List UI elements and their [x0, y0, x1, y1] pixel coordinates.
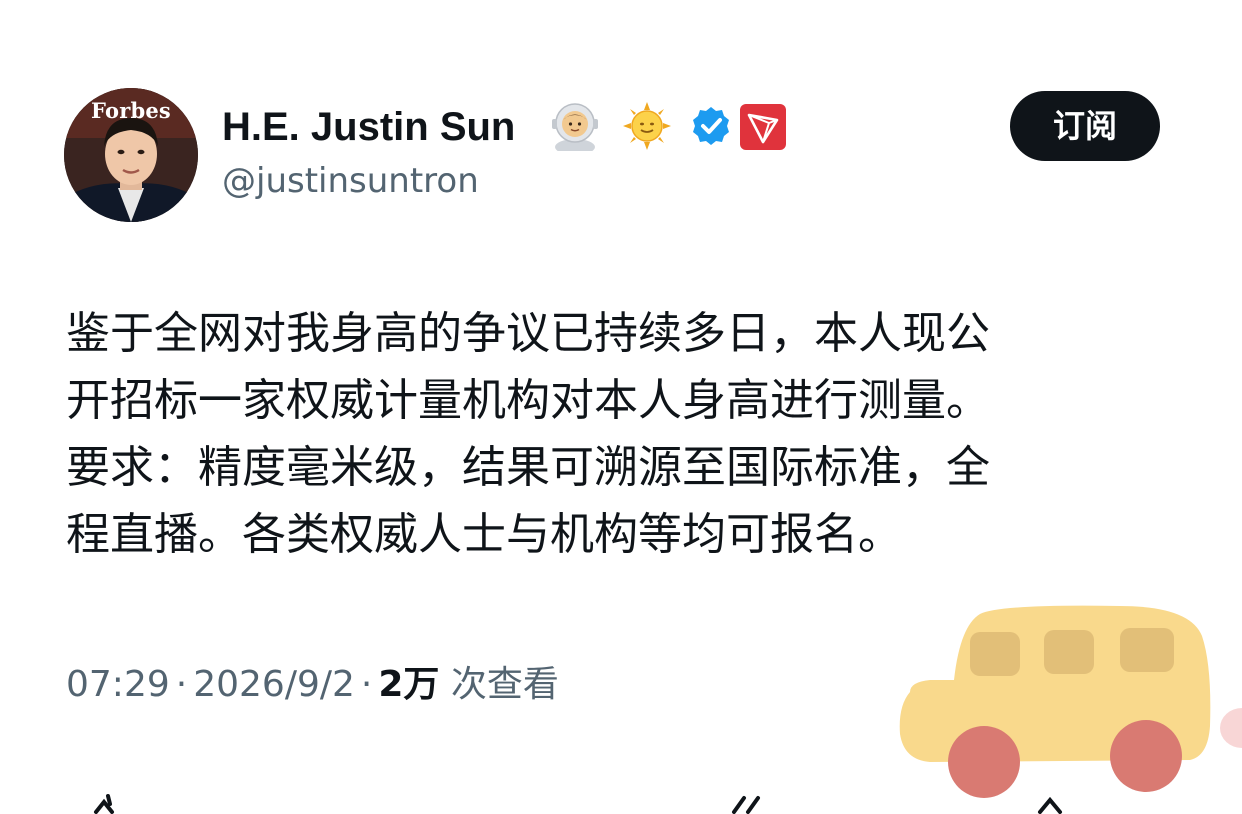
tweet-date[interactable]: 2026/9/2	[193, 664, 355, 705]
tweet-text-line: 要求：精度毫米级，结果可溯源至国际标准，全	[66, 442, 990, 493]
views-label: 次查看	[450, 664, 559, 705]
meta-separator: ·	[175, 664, 188, 705]
tweet-text-line: 程直播。各类权威人士与机构等均可报名。	[66, 509, 902, 560]
tweet-text: 鉴于全网对我身高的争议已持续多日，本人现公 开招标一家权威计量机构对本人身高进行…	[66, 300, 1151, 568]
tweet-screenshot: Forbes H.E. Justin Sun @justinsuntron 订阅…	[0, 0, 1242, 814]
tweet-text-line: 鉴于全网对我身高的争议已持续多日，本人现公	[66, 308, 990, 359]
views-count: 2万	[378, 664, 440, 705]
tweet-text-line: 开招标一家权威计量机构对本人身高进行测量。	[66, 375, 990, 426]
display-name[interactable]: H.E. Justin Sun	[222, 101, 515, 153]
user-handle[interactable]: @justinsuntron	[222, 158, 479, 204]
meta-separator: ·	[360, 664, 373, 705]
sun-emoji-icon	[622, 101, 672, 151]
verified-badge-icon	[690, 105, 732, 147]
astronaut-emoji-icon	[550, 101, 600, 151]
tweet-meta: 07:29 · 2026/9/2 · 2万 次查看	[66, 660, 559, 710]
cropped-text-fragments	[94, 794, 1062, 814]
subscribe-button[interactable]: 订阅	[1010, 91, 1160, 161]
bus-sticker	[890, 596, 1242, 814]
tron-logo-icon	[740, 104, 786, 150]
avatar-brand-text: Forbes	[91, 98, 171, 123]
tweet-time[interactable]: 07:29	[66, 664, 170, 705]
avatar[interactable]: Forbes	[64, 88, 198, 222]
